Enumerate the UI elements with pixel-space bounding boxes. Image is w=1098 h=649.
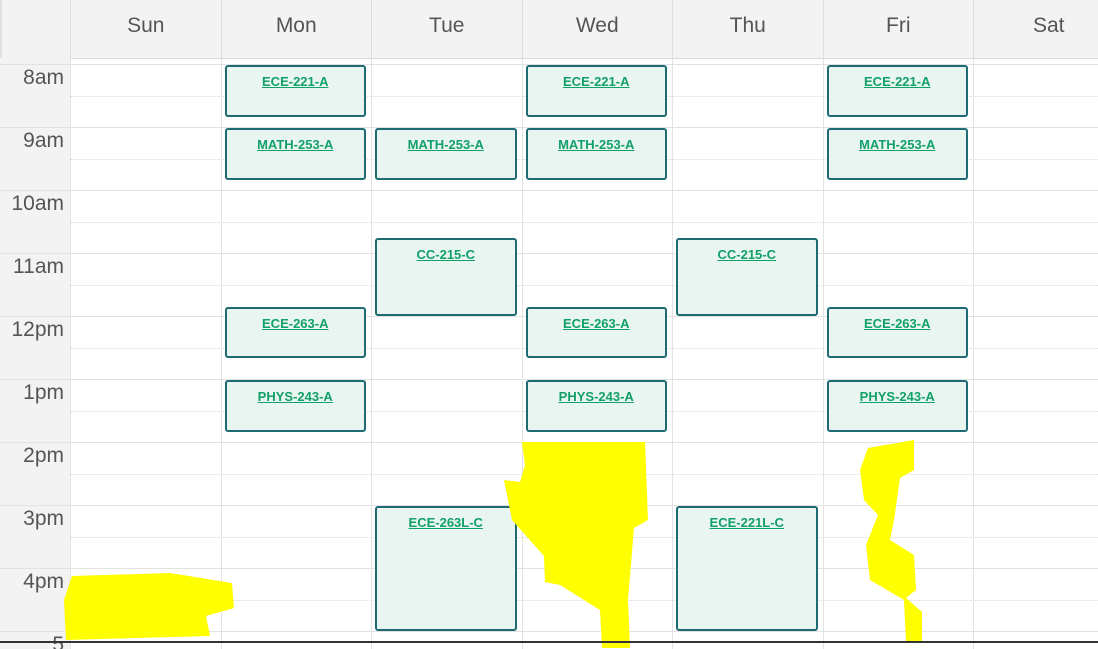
yellow-highlighter-marks — [64, 440, 922, 648]
week-calendar: Sun Mon Tue Wed Thu Fri Sat 8am 9am 10am 11am 12pm… — [0, 0, 1098, 649]
highlight-mark-wed — [504, 442, 648, 648]
highlight-mark-fri — [860, 440, 922, 642]
highlight-mark-sun — [64, 573, 234, 640]
bottom-border — [0, 641, 1098, 643]
